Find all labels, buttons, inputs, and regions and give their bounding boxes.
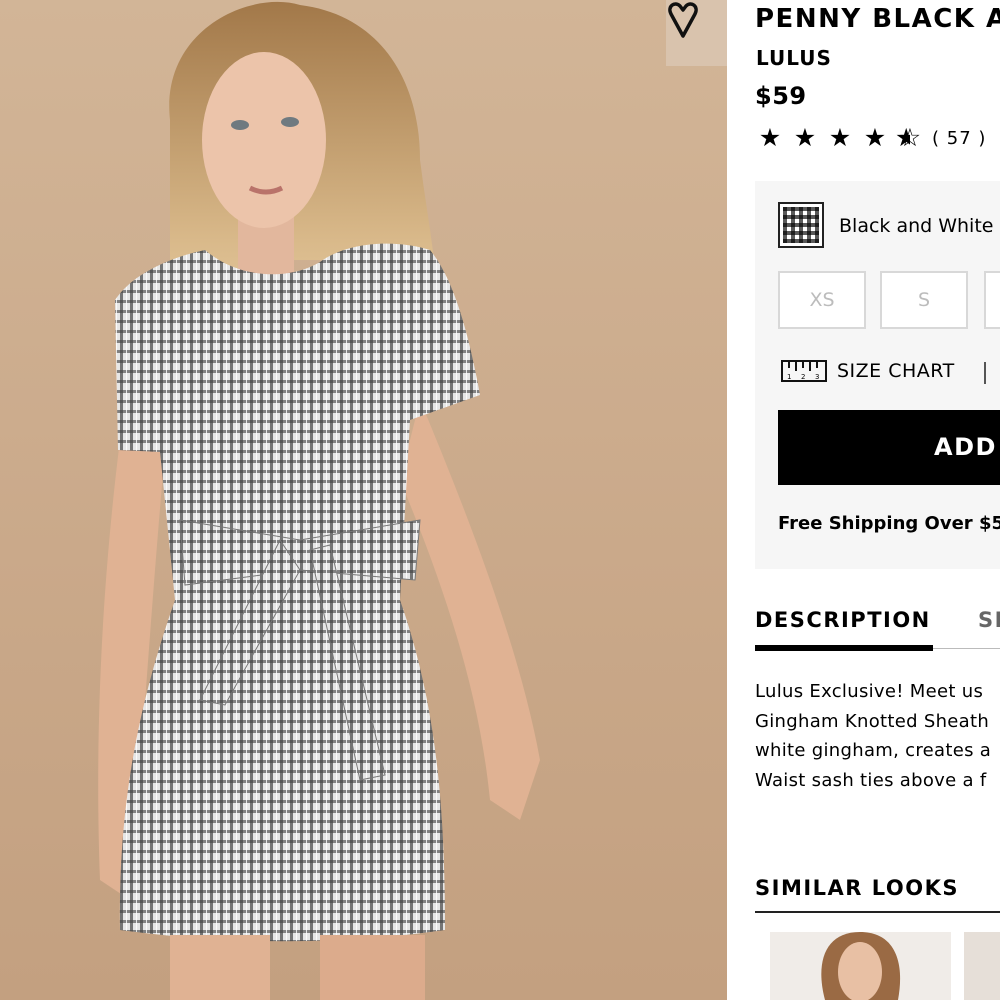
- rating-stars[interactable]: ★ ★ ★ ★ ★ ( 57 ): [755, 123, 986, 153]
- product-hero-image[interactable]: [0, 0, 727, 1000]
- model-photo: [98, 1, 540, 1000]
- description-line: white gingham, creates a: [755, 740, 992, 761]
- review-count[interactable]: ( 57 ): [932, 128, 986, 149]
- star-full-icon: ★: [758, 123, 782, 152]
- product-description: Lulus Exclusive! Meet us Gingham Knotted…: [755, 677, 1000, 795]
- color-swatch[interactable]: [778, 202, 824, 248]
- svg-text:2: 2: [801, 373, 805, 381]
- description-line: Lulus Exclusive! Meet us: [755, 681, 984, 702]
- star-full-icon: ★: [828, 123, 852, 152]
- description-line: Gingham Knotted Sheath: [755, 710, 990, 732]
- svg-text:3: 3: [815, 373, 819, 381]
- svg-text:1: 1: [787, 373, 791, 381]
- product-price: $59: [755, 82, 807, 110]
- star-full-icon: ★: [793, 123, 817, 152]
- wishlist-button[interactable]: [666, 0, 727, 66]
- similar-looks-rule: [755, 911, 1000, 913]
- product-brand[interactable]: LULUS: [756, 46, 832, 70]
- product-title: PENNY BLACK A: [755, 4, 1000, 34]
- size-option-s[interactable]: S: [880, 271, 968, 329]
- gingham-swatch-icon: [783, 207, 819, 243]
- separator: [984, 362, 986, 384]
- description-line: Waist sash ties above a f: [755, 769, 987, 791]
- star-half-icon: ★: [895, 124, 925, 152]
- similar-item-photo: [821, 932, 901, 1000]
- selected-color-label: Black and White: [839, 215, 994, 237]
- similar-item-thumbnail[interactable]: [964, 932, 1000, 1000]
- size-option-xs[interactable]: XS: [778, 271, 866, 329]
- size-option-m[interactable]: [984, 271, 1000, 329]
- similar-item-thumbnail[interactable]: [770, 932, 951, 1000]
- shipping-note: Free Shipping Over $5: [778, 513, 1000, 534]
- similar-looks-heading: SIMILAR LOOKS: [755, 876, 959, 900]
- ruler-icon: 1 2 3: [781, 360, 827, 382]
- tab-active-indicator: [755, 645, 933, 651]
- tab-shipping[interactable]: SI: [978, 608, 1000, 632]
- heart-icon: [668, 2, 698, 38]
- size-chart-link[interactable]: 1 2 3 SIZE CHART: [781, 360, 955, 382]
- tab-description[interactable]: DESCRIPTION: [755, 608, 931, 632]
- size-chart-label: SIZE CHART: [837, 360, 955, 382]
- add-to-bag-button[interactable]: ADD: [778, 410, 1000, 485]
- star-full-icon: ★: [863, 123, 887, 152]
